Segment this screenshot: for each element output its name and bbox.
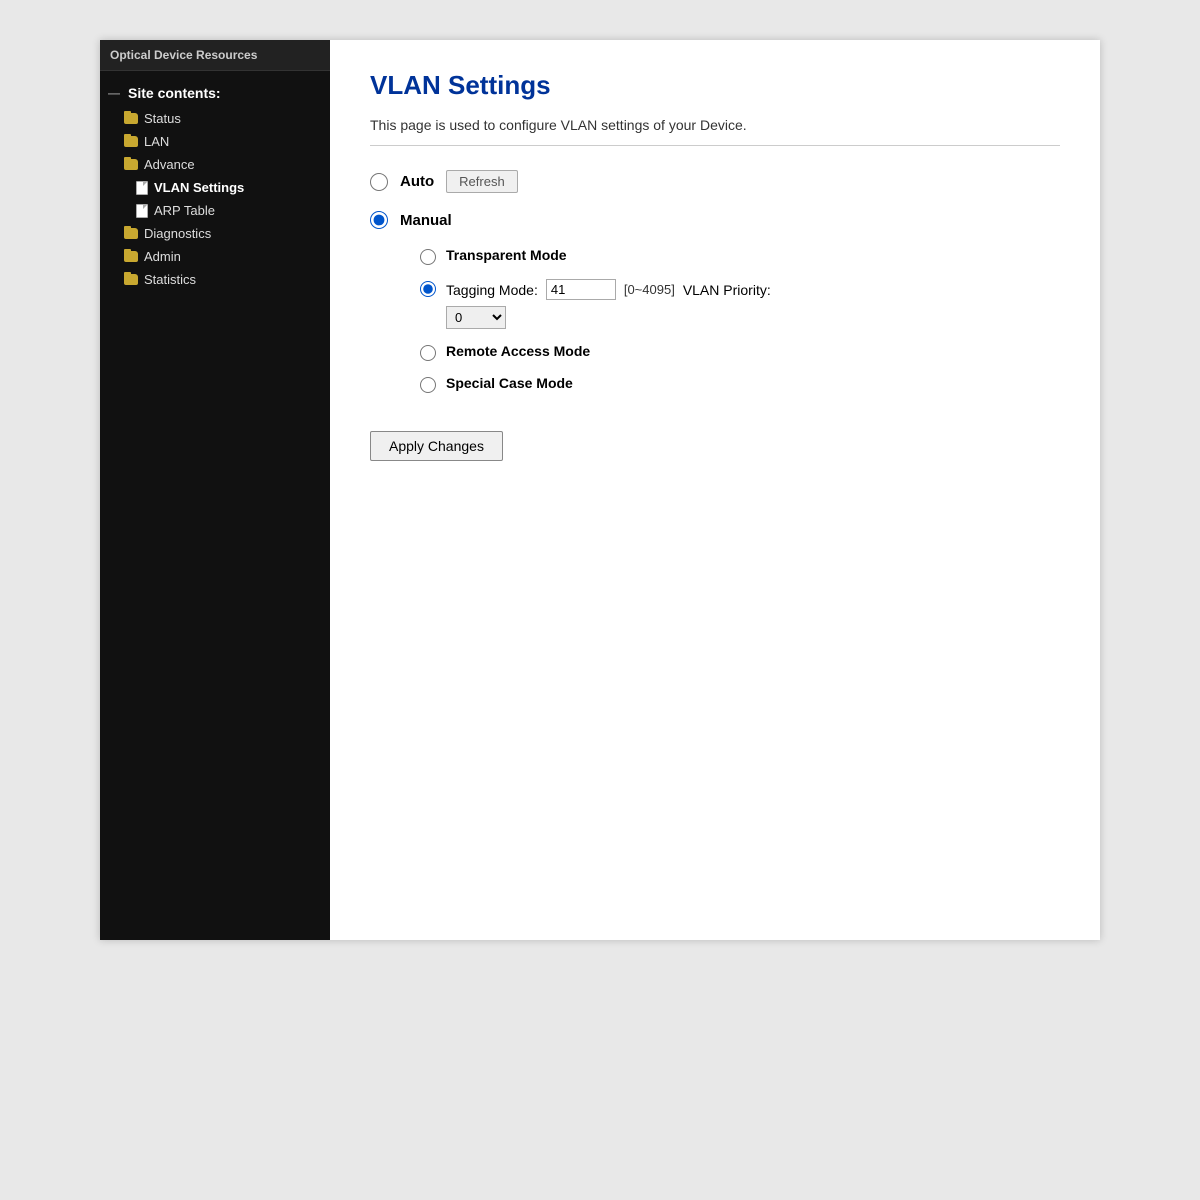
transparent-mode-row: Transparent Mode xyxy=(420,247,1060,265)
page-title: VLAN Settings xyxy=(370,70,1060,101)
divider xyxy=(370,145,1060,146)
folder-icon xyxy=(124,228,138,239)
sidebar-item-advance[interactable]: Advance xyxy=(100,153,330,176)
folder-icon xyxy=(124,274,138,285)
sidebar-item-arp-table[interactable]: ARP Table xyxy=(100,199,330,222)
tagging-row: Tagging Mode: [0~4095] VLAN Priority: xyxy=(446,279,771,300)
folder-icon xyxy=(124,136,138,147)
auto-label[interactable]: Auto xyxy=(400,173,434,190)
priority-select-wrapper: 0 1 2 3 4 5 6 7 xyxy=(446,300,771,329)
transparent-mode-label[interactable]: Transparent Mode xyxy=(446,247,567,263)
vlan-priority-select[interactable]: 0 1 2 3 4 5 6 7 xyxy=(446,306,506,329)
sidebar-item-lan[interactable]: LAN xyxy=(100,130,330,153)
main-content: VLAN Settings This page is used to confi… xyxy=(330,40,1100,940)
sidebar-header: Optical Device Resources xyxy=(100,40,330,71)
sidebar-item-statistics[interactable]: Statistics xyxy=(100,268,330,291)
special-case-row: Special Case Mode xyxy=(420,375,1060,393)
sidebar-nav: — Site contents: Status LAN Advance VLAN… xyxy=(100,71,330,299)
tagging-mode-row: Tagging Mode: [0~4095] VLAN Priority: 0 … xyxy=(420,279,1060,329)
manual-radio[interactable] xyxy=(370,211,388,229)
tagging-mode-radio[interactable] xyxy=(420,281,436,297)
auto-row: Auto Refresh xyxy=(370,170,1060,193)
manual-row: Manual xyxy=(370,211,1060,229)
sidebar: Optical Device Resources — Site contents… xyxy=(100,40,330,940)
sidebar-item-status[interactable]: Status xyxy=(100,107,330,130)
sidebar-item-diagnostics[interactable]: Diagnostics xyxy=(100,222,330,245)
remote-access-label[interactable]: Remote Access Mode xyxy=(446,343,590,359)
auto-radio[interactable] xyxy=(370,173,388,191)
special-case-radio[interactable] xyxy=(420,377,436,393)
manual-label[interactable]: Manual xyxy=(400,212,452,229)
folder-icon xyxy=(124,251,138,262)
remote-access-row: Remote Access Mode xyxy=(420,343,1060,361)
doc-icon xyxy=(136,181,148,195)
sidebar-item-admin[interactable]: Admin xyxy=(100,245,330,268)
doc-icon xyxy=(136,204,148,218)
range-label: [0~4095] xyxy=(624,282,675,297)
tagging-mode-content: Tagging Mode: [0~4095] VLAN Priority: 0 … xyxy=(446,279,771,329)
refresh-button[interactable]: Refresh xyxy=(446,170,518,193)
vlan-priority-label: VLAN Priority: xyxy=(683,282,771,298)
tagging-mode-label: Tagging Mode: xyxy=(446,282,538,298)
transparent-mode-radio[interactable] xyxy=(420,249,436,265)
page-description: This page is used to configure VLAN sett… xyxy=(370,117,1060,133)
manual-section: Transparent Mode Tagging Mode: [0~4095] … xyxy=(420,247,1060,393)
tagging-mode-input[interactable] xyxy=(546,279,616,300)
folder-icon xyxy=(124,113,138,124)
apply-changes-button[interactable]: Apply Changes xyxy=(370,431,503,461)
site-contents-title: — Site contents: xyxy=(100,79,330,107)
remote-access-radio[interactable] xyxy=(420,345,436,361)
folder-icon xyxy=(124,159,138,170)
sidebar-item-vlan-settings[interactable]: VLAN Settings xyxy=(100,176,330,199)
special-case-label[interactable]: Special Case Mode xyxy=(446,375,573,391)
